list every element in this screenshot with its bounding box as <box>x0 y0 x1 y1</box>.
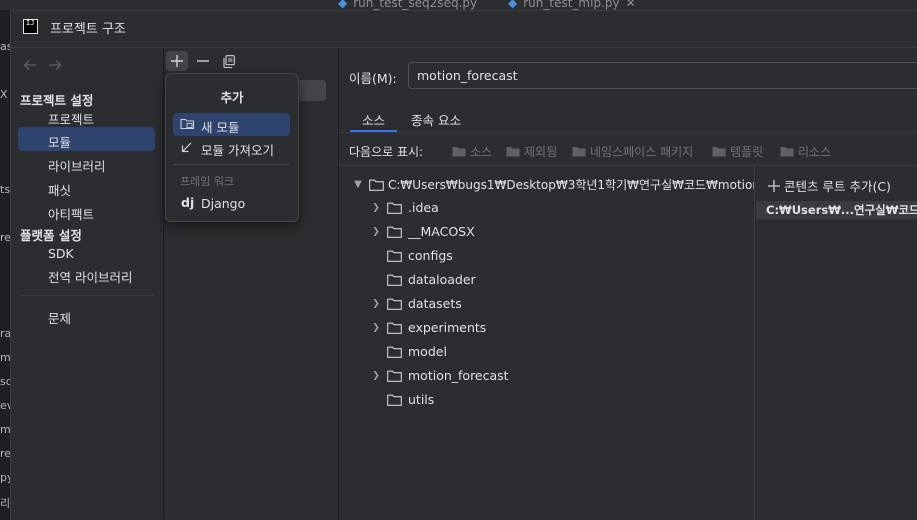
folder-icon <box>369 179 384 191</box>
content-root-path[interactable]: C:₩Users₩...연구실₩코드₩motion_forecast <box>756 201 917 219</box>
folder-icon <box>387 202 402 214</box>
new-module-label: 새 모듈 <box>201 120 240 135</box>
folder-icon <box>506 146 520 157</box>
tab-dependencies[interactable]: 종속 요소 <box>411 110 461 129</box>
tree-folder-label: dataloader <box>408 272 476 287</box>
add-button[interactable] <box>166 51 188 71</box>
intellij-app-icon: IJ <box>23 19 38 34</box>
add-content-root-button[interactable]: 콘텐츠 루트 추가(C) <box>768 176 891 195</box>
folder-icon <box>387 394 402 406</box>
name-label: 이름(M): <box>349 71 397 86</box>
tree-folder-label: model <box>408 344 447 359</box>
framework-group-label: 프레임 워크 <box>180 175 235 188</box>
content-root-pane-divider <box>754 166 755 519</box>
import-arrow-icon <box>180 141 193 154</box>
folder-icon <box>387 274 402 286</box>
copy-button[interactable] <box>218 51 240 71</box>
python-file-icon: ◆ <box>338 0 348 10</box>
nav-item-artifacts[interactable]: 아티팩트 <box>48 204 94 223</box>
tab-sources[interactable]: 소스 <box>362 110 385 129</box>
tree-root-row[interactable]: ▼ C:₩Users₩bugs1₩Desktop₩3학년1학기₩연구실₩코드₩m… <box>353 176 754 193</box>
chevron-right-icon[interactable]: ❯ <box>371 203 381 213</box>
filter-templates[interactable]: 템플릿 <box>712 143 763 160</box>
tabs-baseline <box>339 132 917 133</box>
dialog-title: 프로젝트 구조 <box>50 22 126 37</box>
popup-separator <box>173 164 289 165</box>
tree-folder-row[interactable]: ❯ motion_forecast <box>371 368 509 383</box>
popup-item-import-module[interactable]: 모듈 가져오기 <box>201 140 274 159</box>
chevron-down-icon[interactable]: ▼ <box>353 179 363 190</box>
remove-button[interactable] <box>192 51 214 71</box>
nav-item-sdk[interactable]: SDK <box>48 246 74 261</box>
nav-divider <box>163 47 164 519</box>
nav-item-modules[interactable]: 모듈 <box>48 132 71 151</box>
chevron-right-icon[interactable]: ❯ <box>371 323 381 333</box>
chevron-right-icon[interactable]: ❯ <box>371 299 381 309</box>
nav-separator <box>20 295 154 296</box>
tree-folder-row[interactable]: utils <box>371 392 434 407</box>
folder-icon <box>387 322 402 334</box>
nav-item-libraries[interactable]: 라이브러리 <box>48 156 106 175</box>
tree-folder-label: __MACOSX <box>408 224 475 239</box>
folder-icon <box>387 346 402 358</box>
arrow-right-icon[interactable] <box>48 58 62 72</box>
close-icon[interactable]: ✕ <box>626 0 636 10</box>
popup-item-django[interactable]: Django <box>201 196 245 211</box>
folder-icon <box>780 146 794 157</box>
filter-sources[interactable]: 소스 <box>452 143 492 160</box>
platform-settings-heading: 플랫폼 설정 <box>20 228 82 243</box>
filter-namespace-packages[interactable]: 네임스페이스 패키지 <box>572 143 693 160</box>
tree-folder-label: .idea <box>408 200 439 215</box>
tree-folder-label: experiments <box>408 320 487 335</box>
folder-icon <box>572 146 586 157</box>
filter-resources[interactable]: 리소스 <box>780 143 831 160</box>
folder-icon <box>387 370 402 382</box>
tree-folder-label: motion_forecast <box>408 368 509 383</box>
tree-root-path: C:₩Users₩bugs1₩Desktop₩3학년1학기₩연구실₩코드₩mot… <box>388 178 754 192</box>
tree-folder-label: datasets <box>408 296 462 311</box>
content-root-tree: ▼ C:₩Users₩bugs1₩Desktop₩3학년1학기₩연구실₩코드₩m… <box>339 166 754 519</box>
editor-tab[interactable]: ◆ run_test_mlp.py ✕ <box>508 0 636 10</box>
background-project-panel: as X ts rec rac mlp sqa eva mlp rec py 리 <box>0 10 10 519</box>
plus-icon <box>768 179 780 192</box>
new-module-folder-icon <box>180 117 195 130</box>
python-file-icon: ◆ <box>508 0 518 10</box>
nav-item-global-libraries[interactable]: 전역 라이브러리 <box>48 267 132 286</box>
editor-tab[interactable]: ◆ run_test_seq2seq.py <box>338 0 477 10</box>
dialog-titlebar[interactable] <box>10 10 917 47</box>
tree-folder-row[interactable]: ❯ datasets <box>371 296 462 311</box>
minus-icon <box>197 55 209 67</box>
tree-folder-row[interactable]: ❯ experiments <box>371 320 486 335</box>
popup-title: 추가 <box>220 90 244 105</box>
tree-folder-row[interactable]: configs <box>371 248 453 263</box>
folder-icon <box>452 146 466 157</box>
filter-excluded[interactable]: 제외됨 <box>506 143 557 160</box>
tree-folder-row[interactable]: dataloader <box>371 272 476 287</box>
tree-folder-label: configs <box>408 248 453 263</box>
titlebar-divider <box>10 47 917 48</box>
tree-folder-row[interactable]: model <box>371 344 447 359</box>
project-settings-heading: 프로젝트 설정 <box>20 93 94 108</box>
show-as-label: 다음으로 표시: <box>349 145 424 159</box>
folder-icon <box>712 146 726 157</box>
active-tab-indicator <box>350 130 397 132</box>
copy-icon <box>223 54 235 68</box>
arrow-left-icon[interactable] <box>23 58 37 72</box>
plus-icon <box>171 55 183 67</box>
django-icon: dj <box>181 195 195 210</box>
chevron-right-icon[interactable]: ❯ <box>371 371 381 381</box>
nav-item-project[interactable]: 프로젝트 <box>48 109 94 128</box>
folder-icon <box>387 250 402 262</box>
tree-folder-row[interactable]: ❯ .idea <box>371 200 439 215</box>
module-name-input[interactable] <box>408 62 917 89</box>
chevron-right-icon[interactable]: ❯ <box>371 227 381 237</box>
tree-folder-row[interactable]: ❯ __MACOSX <box>371 224 475 239</box>
tree-folder-label: utils <box>408 392 435 407</box>
nav-item-problems[interactable]: 문제 <box>48 308 71 327</box>
nav-item-facets[interactable]: 패싯 <box>48 180 71 199</box>
nav-selection-highlight <box>18 127 155 151</box>
folder-icon <box>387 298 402 310</box>
folder-icon <box>387 226 402 238</box>
